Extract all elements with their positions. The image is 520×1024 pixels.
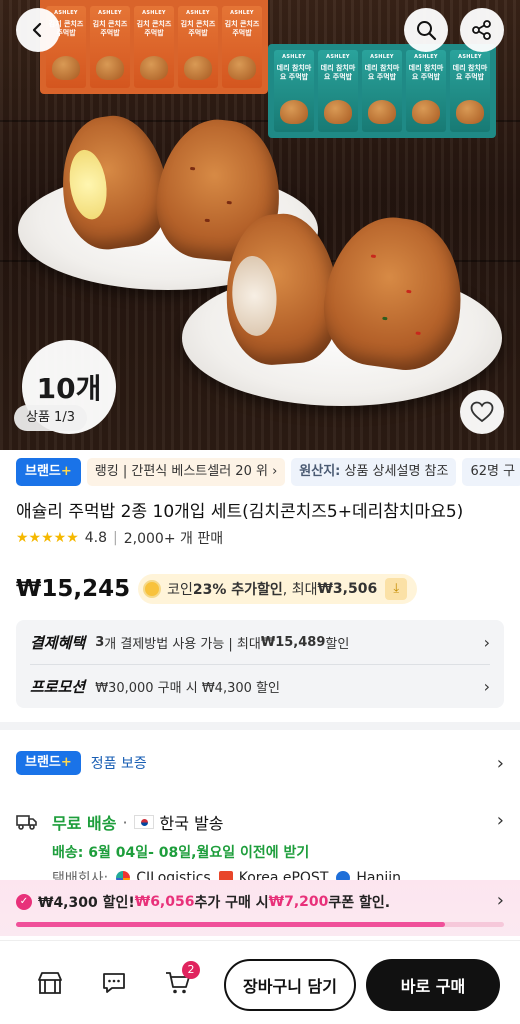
chevron-right-icon: › [496,890,504,911]
promo-progress-fill [16,922,446,927]
package: ASHLEY 데리 참치마요 주먹밥 [318,50,358,132]
chat-button[interactable] [100,969,128,997]
free-shipping-label: 무료 배송 [52,814,117,833]
chevron-right-icon: › [496,810,504,831]
chevron-right-icon: › [483,676,490,696]
extra-purchase-promo[interactable]: ✓ ₩4,300 할인! ₩6,056 추가 구매 시 ₩7,200 쿠폰 할인… [0,880,520,936]
back-button[interactable] [16,8,60,52]
product-title: 애슐리 주먹밥 2종 10개입 세트(김치콘치즈5+데리참치마요5) [16,502,464,522]
sold-count: 2,000+ 개 판매 [123,531,224,547]
promo-progress-bar [16,922,504,927]
download-icon[interactable]: ⤓ [385,578,408,600]
teal-packages: ASHLEY 데리 참치마요 주먹밥 ASHLEY 데리 참치마요 주먹밥 ASHL… [268,44,496,138]
store-button[interactable] [36,969,64,997]
brand-plus-badge[interactable]: 브랜드+ [16,458,81,486]
chevron-right-icon: › [496,752,504,774]
price-row: ₩15,245 코인 23% 추가할인, 최대 ₩3,506 ⤓ [16,574,418,604]
rating-value: 4.8 [84,530,108,546]
add-to-cart-button[interactable]: 장바구니 담기 [224,959,356,1011]
info-chips: 브랜드+ 랭킹 | 간편식 베스트셀러 20 위 › 원산지: 상품 상세설명 … [16,458,520,486]
package: ASHLEY 김치 콘치즈 주먹밥 [178,6,218,88]
share-button[interactable] [460,8,504,52]
package: ASHLEY 데리 참치마요 주먹밥 [406,50,446,132]
authentic-guarantee-label: 정품 보증 [90,756,147,772]
price: ₩15,245 [16,576,131,602]
store-icon [38,972,62,994]
chevron-left-icon [32,22,42,38]
buy-now-button[interactable]: 바로 구매 [366,959,500,1011]
coin-icon [143,580,162,598]
shipping-section[interactable]: 무료 배송 · 한국 발송 › 배송: 6월 04일- 08일,월요일 이전에 … [16,810,504,890]
bottom-action-bar: 2 장바구니 담기 바로 구매 [0,940,520,1024]
check-icon: ✓ [16,894,32,910]
star-rating-icon: ★★★★★ [16,530,79,546]
search-button[interactable] [404,8,448,52]
benefits-box: 결제혜택 3개 결제방법 사용 가능 | 최대 ₩15,489 할인 › 프로모… [16,620,504,708]
brand-assurance-row[interactable]: 브랜드+ 정품 보증 › [16,750,504,776]
origin-chip[interactable]: 원산지: 상품 상세설명 참조 [291,458,457,486]
product-image-carousel[interactable]: ASHLEY 김치 콘치즈 주먹밥 ASHLEY 김치 콘치즈 주먹밥 ASHLEY… [0,0,520,450]
korea-flag-icon [133,815,154,829]
search-icon [417,21,437,41]
cart-count-badge: 2 [182,961,200,979]
package: ASHLEY 김치 콘치즈 주먹밥 [134,6,174,88]
package: ASHLEY 데리 참치마요 주먹밥 [450,50,490,132]
viewers-chip[interactable]: 62명 구 [462,458,520,486]
orange-packages: ASHLEY 김치 콘치즈 주먹밥 ASHLEY 김치 콘치즈 주먹밥 ASHLEY… [40,0,268,94]
ranking-chip[interactable]: 랭킹 | 간편식 베스트셀러 20 위 › [86,458,286,486]
package: ASHLEY 데리 참치마요 주먹밥 [362,50,402,132]
promotion-row[interactable]: 프로모션 ₩30,000 구매 시 ₩4,300 할인 › [30,664,490,708]
chevron-right-icon: › [483,632,490,652]
chat-icon [103,973,125,993]
package: ASHLEY 김치 콘치즈 주먹밥 [90,6,130,88]
package: ASHLEY 데리 참치마요 주먹밥 [274,50,314,132]
ships-from: 한국 발송 [159,814,224,833]
share-icon [472,20,491,40]
section-divider [0,722,520,730]
brand-plus-badge: 브랜드+ [16,751,81,775]
image-page-indicator: 상품 1/3 [14,405,87,431]
heart-icon [470,401,494,423]
payment-benefit-row[interactable]: 결제혜택 3개 결제방법 사용 가능 | 최대 ₩15,489 할인 › [30,620,490,664]
rating-row[interactable]: ★★★★★ 4.8 | 2,000+ 개 판매 [16,528,223,548]
wishlist-button[interactable] [460,390,504,434]
divider: | [113,530,118,546]
coin-coupon-banner[interactable]: 코인 23% 추가할인, 최대 ₩3,506 ⤓ [138,574,418,604]
package: ASHLEY 김치 콘치즈 주먹밥 [222,6,262,88]
truck-icon [16,815,37,830]
cart-button[interactable]: 2 [164,961,200,997]
delivery-schedule: 배송: 6월 04일- 08일,월요일 이전에 받기 [52,845,310,861]
